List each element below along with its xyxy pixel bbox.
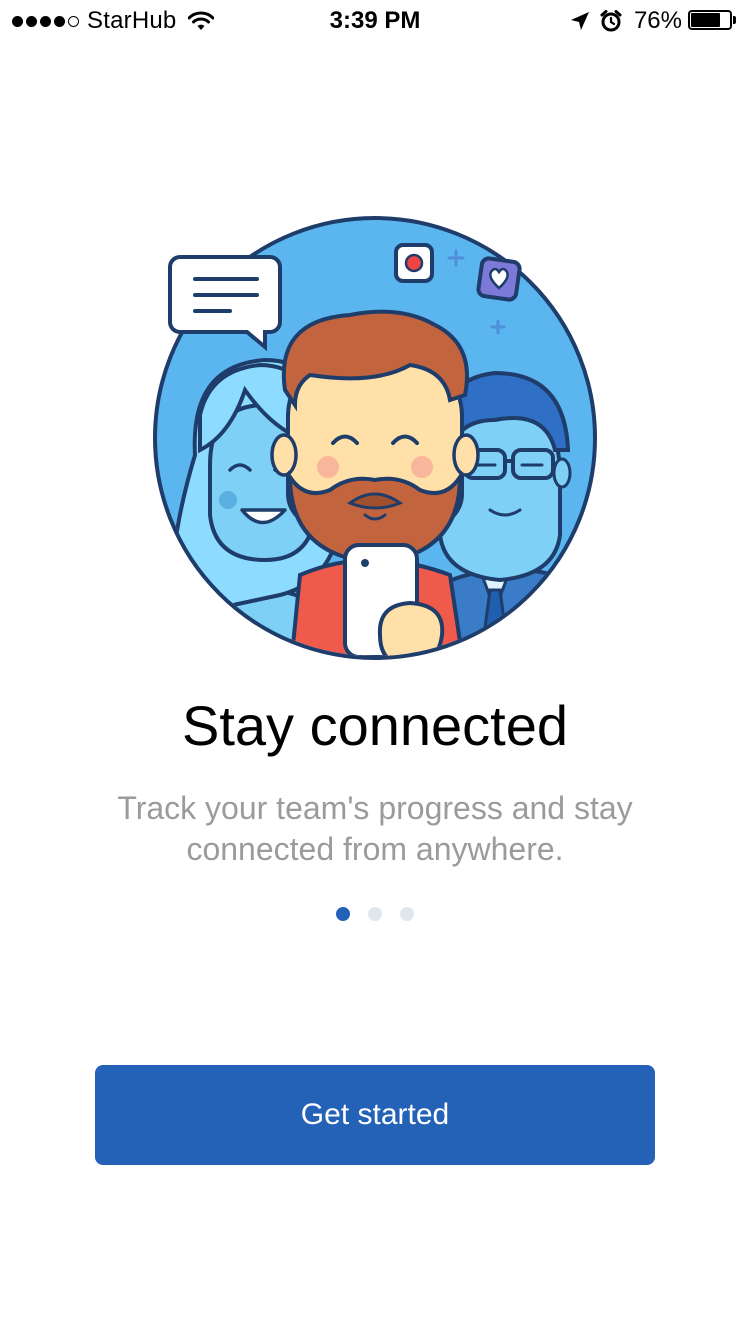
chat-bubble-icon xyxy=(168,255,282,352)
heart-badge-icon xyxy=(476,256,522,302)
onboarding-subtitle: Track your team's progress and stay conn… xyxy=(117,790,633,867)
alarm-clock-icon xyxy=(600,10,622,32)
bearded-man-figure xyxy=(270,309,480,656)
battery-icon xyxy=(688,10,738,32)
page-dot-2[interactable] xyxy=(368,907,382,921)
team-selfie-illustration xyxy=(153,216,597,660)
record-badge-icon xyxy=(394,243,434,283)
status-bar: StarHub 3:39 PM 76% xyxy=(0,0,750,40)
page-indicator xyxy=(0,907,750,921)
location-arrow-icon xyxy=(570,12,589,30)
battery-percentage: 76% xyxy=(633,7,682,34)
onboarding-title: Stay connected xyxy=(181,694,569,757)
page-dot-1[interactable] xyxy=(336,907,350,921)
get-started-button[interactable]: Get started xyxy=(95,1065,655,1165)
status-right: 76% xyxy=(570,6,738,36)
page-dot-3[interactable] xyxy=(400,907,414,921)
